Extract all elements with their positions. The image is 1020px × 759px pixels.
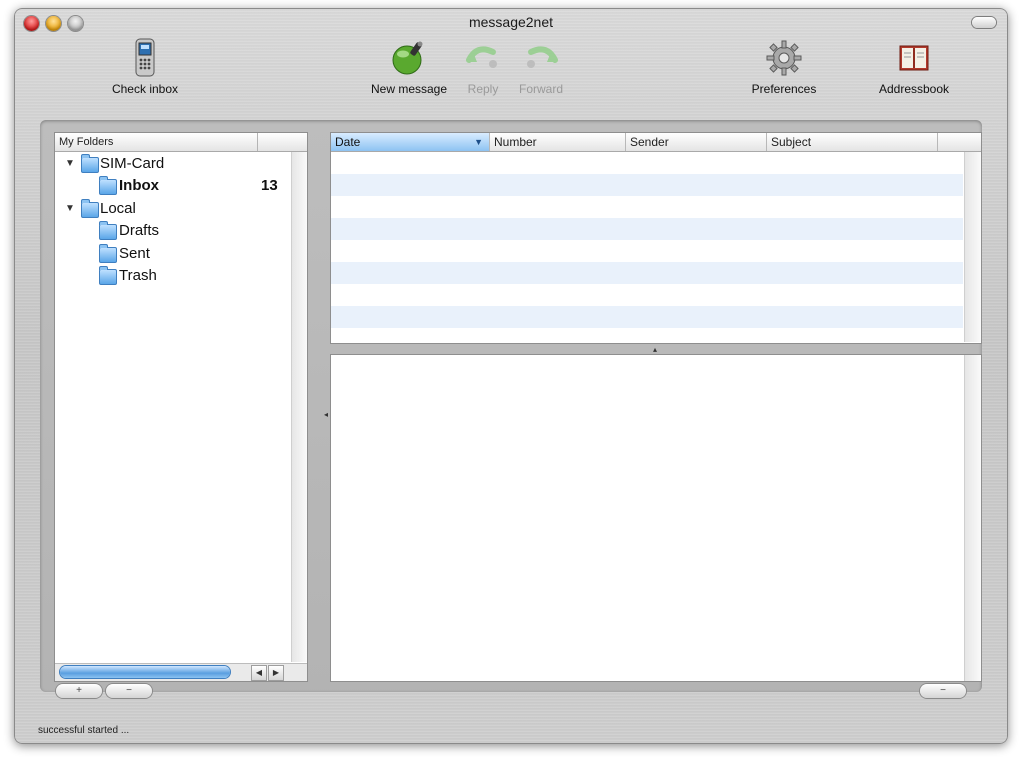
reply-button[interactable]: Reply xyxy=(461,38,505,96)
remove-folder-button[interactable]: − xyxy=(106,684,152,698)
new-message-button[interactable]: New message xyxy=(364,38,454,96)
forward-button[interactable]: Forward xyxy=(511,38,571,96)
app-window: message2net Check inbox New message Repl… xyxy=(14,8,1008,744)
folder-inbox[interactable]: Inbox 13 xyxy=(55,175,285,197)
column-sender-label: Sender xyxy=(630,135,669,149)
scroll-left-arrow-icon[interactable]: ◀ xyxy=(251,665,267,681)
reply-icon xyxy=(466,46,497,68)
header-separator xyxy=(257,133,258,151)
preview-action-button[interactable]: − xyxy=(920,684,966,698)
forward-label: Forward xyxy=(518,82,563,96)
message-preview[interactable] xyxy=(330,354,982,682)
folder-icon xyxy=(81,154,99,173)
folder-tree: My Folders ▼ SIM-Card Inbox 13 ▼ Local D… xyxy=(54,132,308,682)
phone-icon xyxy=(135,38,155,77)
list-row[interactable] xyxy=(331,284,963,306)
column-subject[interactable]: Subject xyxy=(767,133,938,151)
folder-sent[interactable]: Sent xyxy=(55,243,285,265)
check-inbox-button[interactable]: Check inbox xyxy=(100,38,190,96)
folder-label: SIM-Card xyxy=(100,155,165,172)
preferences-label: Preferences xyxy=(751,82,817,96)
list-row[interactable] xyxy=(331,240,963,262)
folder-sim-card[interactable]: ▼ SIM-Card xyxy=(55,153,285,175)
folder-drafts[interactable]: Drafts xyxy=(55,220,285,242)
check-inbox-label: Check inbox xyxy=(111,82,179,96)
folder-icon xyxy=(99,244,117,263)
addressbook-button[interactable]: Addressbook xyxy=(866,38,962,96)
horizontal-splitter-handle-icon[interactable]: ▴ xyxy=(653,345,657,354)
folders-horizontal-scrollbar[interactable]: ◀ ▶ xyxy=(55,663,307,681)
message-list-vertical-scrollbar[interactable] xyxy=(964,152,981,342)
list-row[interactable] xyxy=(331,196,963,218)
folder-label: Drafts xyxy=(119,222,160,239)
new-message-icon xyxy=(392,41,423,75)
scrollbar-thumb[interactable] xyxy=(60,666,230,678)
folder-icon xyxy=(99,221,117,240)
folders-header-label: My Folders xyxy=(59,136,114,148)
remove-folder-label: − xyxy=(126,685,132,696)
folder-label: Local xyxy=(100,200,136,217)
disclosure-triangle-icon[interactable]: ▼ xyxy=(65,153,75,175)
preview-action-label: − xyxy=(940,685,946,696)
add-folder-label: + xyxy=(76,685,82,696)
folder-icon xyxy=(81,199,99,218)
disclosure-triangle-icon[interactable]: ▼ xyxy=(65,198,75,220)
folder-local[interactable]: ▼ Local xyxy=(55,198,285,220)
add-folder-button[interactable]: + xyxy=(56,684,102,698)
addressbook-label: Addressbook xyxy=(878,82,950,96)
window-title: message2net xyxy=(468,14,554,30)
column-date-label: Date xyxy=(335,135,361,149)
list-row[interactable] xyxy=(331,174,963,196)
addressbook-icon xyxy=(899,45,929,71)
reply-label: Reply xyxy=(467,82,499,96)
column-subject-label: Subject xyxy=(771,135,812,149)
message-list-header: Date ▼ Number Sender Subject xyxy=(331,133,981,152)
status-bar-text: successful started ... xyxy=(38,725,130,736)
new-message-label: New message xyxy=(370,82,448,96)
list-row[interactable] xyxy=(331,218,963,240)
column-date[interactable]: Date ▼ xyxy=(331,133,490,151)
scroll-right-arrow-icon[interactable]: ▶ xyxy=(268,665,284,681)
list-row[interactable] xyxy=(331,152,963,174)
unread-count: 13 xyxy=(261,177,278,194)
folder-label: Trash xyxy=(119,267,157,284)
column-number[interactable]: Number xyxy=(490,133,626,151)
folder-label: Inbox xyxy=(119,177,159,194)
list-row[interactable] xyxy=(331,306,963,328)
column-number-label: Number xyxy=(494,135,537,149)
forward-icon xyxy=(527,46,558,68)
preferences-button[interactable]: Preferences xyxy=(742,38,826,96)
folders-vertical-scrollbar[interactable] xyxy=(291,152,307,662)
preview-vertical-scrollbar[interactable] xyxy=(964,355,981,681)
folders-header[interactable]: My Folders xyxy=(55,133,307,152)
folder-trash[interactable]: Trash xyxy=(55,265,285,287)
main-panel: My Folders ▼ SIM-Card Inbox 13 ▼ Local D… xyxy=(40,120,982,692)
folder-icon xyxy=(99,266,117,285)
column-sender[interactable]: Sender xyxy=(626,133,767,151)
message-list: Date ▼ Number Sender Subject xyxy=(330,132,982,344)
sort-descending-icon: ▼ xyxy=(474,137,483,147)
gear-icon xyxy=(766,40,802,76)
vertical-splitter-handle-icon[interactable]: ◂ xyxy=(324,410,328,419)
folder-label: Sent xyxy=(119,245,150,262)
list-row[interactable] xyxy=(331,262,963,284)
folder-icon xyxy=(99,176,117,195)
